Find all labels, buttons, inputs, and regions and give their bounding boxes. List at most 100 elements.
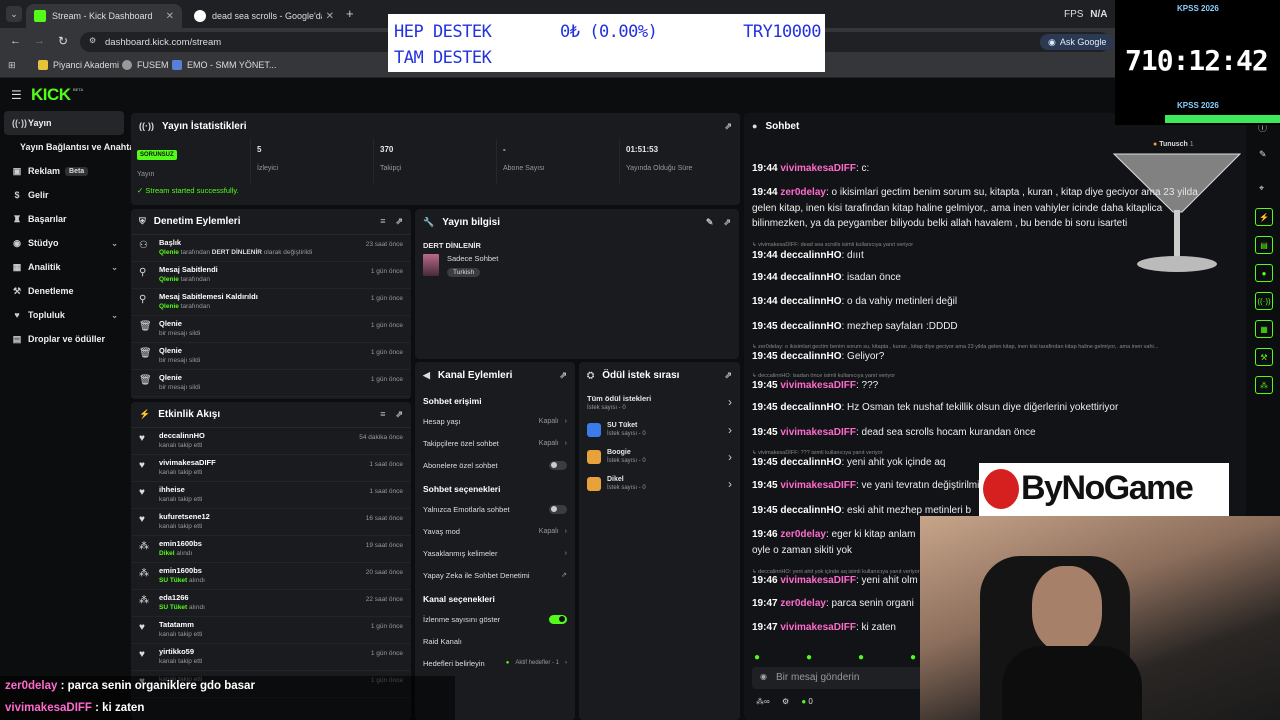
sidebar-item-basarilar[interactable]: ♜ Başarılar	[0, 207, 128, 231]
chat-username[interactable]: vivimakesaDIFF	[780, 622, 856, 633]
chat-username[interactable]: deccalinnHO	[780, 250, 841, 261]
ask-google-button[interactable]: ◉ Ask Google	[1040, 34, 1115, 50]
sidebar-item-reklam[interactable]: ▣ Reklam Beta	[0, 159, 128, 183]
clipboard-icon[interactable]: ▤	[1255, 236, 1273, 254]
chat-message[interactable]: 19:47 zer0delay: parca senin organi	[752, 598, 914, 609]
broadcast-icon[interactable]: ((·))	[1255, 292, 1273, 310]
new-tab-button[interactable]: +	[346, 6, 354, 21]
chat-message[interactable]: 19:47 vivimakesaDIFF: ki zaten	[752, 622, 896, 633]
chat-message[interactable]: 19:44 vivimakesaDIFF: c:	[752, 163, 869, 174]
settings-icon[interactable]: ⚙	[782, 697, 789, 706]
bookmark-item[interactable]: Piyanci Akademi	[38, 60, 119, 70]
people-icon[interactable]: ⁂	[1255, 376, 1273, 394]
edit-icon[interactable]: ✎	[706, 217, 714, 228]
chat-username[interactable]: vivimakesaDIFF	[780, 575, 856, 586]
apps-icon[interactable]: ⊞	[8, 60, 16, 71]
reward-row[interactable]: Boogie İstek sayısı - 0 ›	[579, 443, 740, 470]
emote-icon[interactable]: ●	[806, 652, 812, 663]
chat-username[interactable]: deccalinnHO	[780, 321, 841, 332]
filter-icon[interactable]: ≡	[380, 216, 385, 227]
popout-icon[interactable]: ⇗	[559, 370, 567, 381]
popout-icon[interactable]: ⇗	[723, 217, 731, 228]
chat-message[interactable]: 19:45 deccalinnHO: Hz Osman tek nushaf t…	[752, 402, 1118, 413]
chat-message[interactable]: 19:45 deccalinnHO: Geliyor?	[752, 351, 884, 362]
reward-row[interactable]: Dikel İstek sayısı - 0 ›	[579, 470, 740, 497]
option-banned-words[interactable]: Yasaklanmış kelimeler ›	[415, 542, 575, 564]
forward-icon[interactable]: →	[34, 35, 45, 47]
target-icon[interactable]: ⌖	[1259, 183, 1264, 194]
back-icon[interactable]: ←	[10, 35, 21, 47]
chat-message[interactable]: bilinmezken, ya da peygamber biliyodu be…	[752, 218, 1127, 229]
option-account-age[interactable]: Hesap yaşı Kapalı ›	[415, 410, 575, 432]
chat-message[interactable]: 19:45 deccalinnHO: yeni ahit yok içinde …	[752, 457, 945, 468]
chat-username[interactable]: vivimakesaDIFF	[780, 163, 856, 174]
reload-icon[interactable]: ↻	[58, 34, 68, 48]
chat-username[interactable]: deccalinnHO	[780, 296, 841, 307]
chat-message[interactable]: 19:45 vivimakesaDIFF: ???	[752, 380, 878, 391]
lightning-icon[interactable]: ⚡	[1255, 208, 1273, 226]
chat-message[interactable]: 19:44 deccalinnHO: dıııt	[752, 250, 864, 261]
menu-icon[interactable]: ☰	[11, 88, 22, 102]
emote-icon[interactable]: ●	[754, 652, 760, 663]
sidebar-item-denetleme[interactable]: ⚒ Denetleme	[0, 279, 128, 303]
chat-bubble-icon[interactable]: ●	[1255, 264, 1273, 282]
all-rewards-row[interactable]: Tüm ödül istekleri İstek sayısı - 0 ›	[579, 388, 740, 416]
chat-input[interactable]: ◉ Bir mesaj gönderin	[752, 667, 922, 689]
tab-google-search[interactable]: dead sea scrolls - Google'da Ara ✕	[186, 4, 342, 28]
chat-username[interactable]: deccalinnHO	[780, 402, 841, 413]
pen-icon[interactable]: ✎	[1259, 149, 1267, 160]
option-followers-only[interactable]: Takipçilere özel sohbet Kapalı ›	[415, 432, 575, 454]
chat-message[interactable]: 19:44 deccalinnHO: o da vahiy metinleri …	[752, 296, 957, 307]
site-info-icon[interactable]: ⚙	[89, 36, 96, 45]
chat-message[interactable]: 19:45 deccalinnHO: mezhep sayfaları :DDD…	[752, 321, 958, 332]
sidebar-item-analitik[interactable]: ▦ Analitik ⌄	[0, 255, 128, 279]
tab-kick-dashboard[interactable]: Stream - Kick Dashboard ✕	[26, 4, 182, 28]
chat-username[interactable]: vivimakesaDIFF	[780, 427, 856, 438]
reward-row[interactable]: SU Tüket İstek sayısı - 0 ›	[579, 416, 740, 443]
bookmark-item[interactable]: FUSEM	[122, 60, 169, 70]
chat-message[interactable]: gelen kitap, inen kisi tarafindan kitap …	[752, 203, 1162, 214]
popout-icon[interactable]: ⇗	[395, 216, 403, 227]
option-emote-only[interactable]: Yalnızca Emotlarla sohbet	[415, 498, 575, 520]
popout-icon[interactable]: ⇗	[724, 121, 732, 132]
calendar-icon[interactable]: ▦	[1255, 320, 1273, 338]
toggle-switch[interactable]	[549, 614, 567, 624]
bookmark-item[interactable]: EMO - SMM YÖNET...	[172, 60, 276, 70]
chat-username[interactable]: zer0delay	[780, 598, 826, 609]
option-show-viewcount[interactable]: İzlenme sayısını göster	[415, 608, 575, 630]
kick-logo[interactable]: KICK	[31, 85, 71, 105]
toggle-switch[interactable]	[549, 504, 567, 514]
wrench-icon[interactable]: ⚒	[1255, 348, 1273, 366]
sidebar-item-stream-key[interactable]: Yayın Bağlantısı ve Anahtarı	[0, 135, 140, 159]
filter-icon[interactable]: ≡	[380, 409, 385, 420]
chat-username[interactable]: zer0delay	[780, 529, 826, 540]
option-ai-moderation[interactable]: Yapay Zeka ile Sohbet Denetimi ⇗	[415, 564, 575, 586]
tab-list-button[interactable]: ⌄	[6, 6, 22, 22]
emote-icon[interactable]: ●	[858, 652, 864, 663]
popout-icon[interactable]: ⇗	[724, 370, 732, 381]
sidebar-item-droplar[interactable]: ▤ Droplar ve ödüller	[0, 327, 128, 351]
emote-icon[interactable]: ●	[910, 652, 916, 663]
chat-message[interactable]: 19:44 deccalinnHO: isadan önce	[752, 272, 901, 283]
chat-message[interactable]: 19:45 vivimakesaDIFF: ve yani tevratın d…	[752, 480, 979, 491]
chat-message[interactable]: oyle o zaman sikiti yok	[752, 545, 852, 556]
close-icon[interactable]: ✕	[326, 11, 334, 22]
sidebar-item-gelir[interactable]: $ Gelir	[0, 183, 128, 207]
option-subs-only[interactable]: Abonelere özel sohbet	[415, 454, 575, 476]
chat-username[interactable]: deccalinnHO	[780, 351, 841, 362]
chat-username[interactable]: deccalinnHO	[780, 457, 841, 468]
chat-username[interactable]: deccalinnHO	[780, 505, 841, 516]
popout-icon[interactable]: ⇗	[395, 409, 403, 420]
option-set-goals[interactable]: Hedefleri belirleyin ● Aktif hedefler - 1 ›	[415, 652, 575, 674]
chat-username[interactable]: vivimakesaDIFF	[780, 380, 856, 391]
chat-message[interactable]: 19:45 deccalinnHO: eski ahit mezhep meti…	[752, 505, 971, 516]
close-icon[interactable]: ✕	[166, 11, 174, 22]
sidebar-item-topluluk[interactable]: ♥ Topluluk ⌄	[0, 303, 128, 327]
chat-message[interactable]: 19:46 zer0delay: eger ki kitap anlam	[752, 529, 915, 540]
chat-message[interactable]: 19:46 vivimakesaDIFF: yeni ahit olm	[752, 575, 918, 586]
sidebar-item-yayin[interactable]: ((·)) Yayın	[4, 111, 124, 135]
option-slow-mode[interactable]: Yavaş mod Kapalı ›	[415, 520, 575, 542]
sidebar-item-studyo[interactable]: ◉ Stüdyo ⌄	[0, 231, 128, 255]
option-raid-channel[interactable]: Raid Kanalı	[415, 630, 575, 652]
chat-message[interactable]: 19:45 vivimakesaDIFF: dead sea scrolls h…	[752, 427, 1036, 438]
